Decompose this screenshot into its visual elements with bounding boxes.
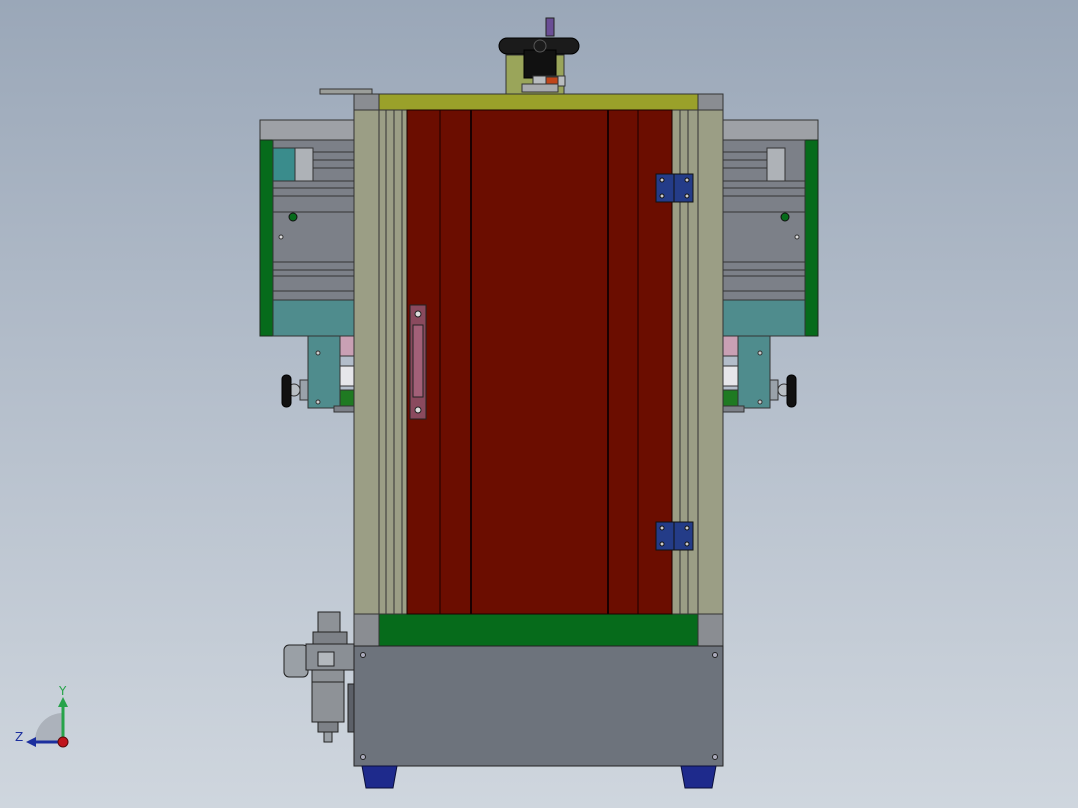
upper-hinge xyxy=(655,173,694,203)
door-handle[interactable] xyxy=(409,304,427,420)
coordinate-triad: Y Z xyxy=(10,684,80,755)
y-arrow-head xyxy=(58,697,68,707)
triad-graphic xyxy=(26,697,69,748)
cabinet-door[interactable] xyxy=(406,109,673,615)
top-valve-assembly xyxy=(498,17,580,95)
base-cabinet xyxy=(347,645,724,767)
y-axis-label: Y xyxy=(59,684,67,698)
lower-hinge xyxy=(655,521,694,551)
z-arrow-head xyxy=(26,737,36,747)
cad-viewport[interactable]: Y Z xyxy=(0,0,1078,808)
air-filter-regulator xyxy=(283,611,355,743)
origin-dot xyxy=(57,736,69,748)
z-axis-label: Z xyxy=(15,730,24,744)
leveling-feet xyxy=(361,765,717,789)
machine-model-front-view[interactable] xyxy=(0,0,1078,808)
right-side-module xyxy=(721,119,819,413)
